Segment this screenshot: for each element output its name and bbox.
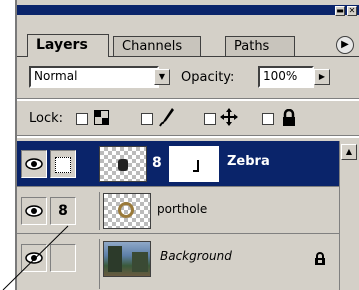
tab-layers[interactable]: Layers (27, 34, 109, 57)
